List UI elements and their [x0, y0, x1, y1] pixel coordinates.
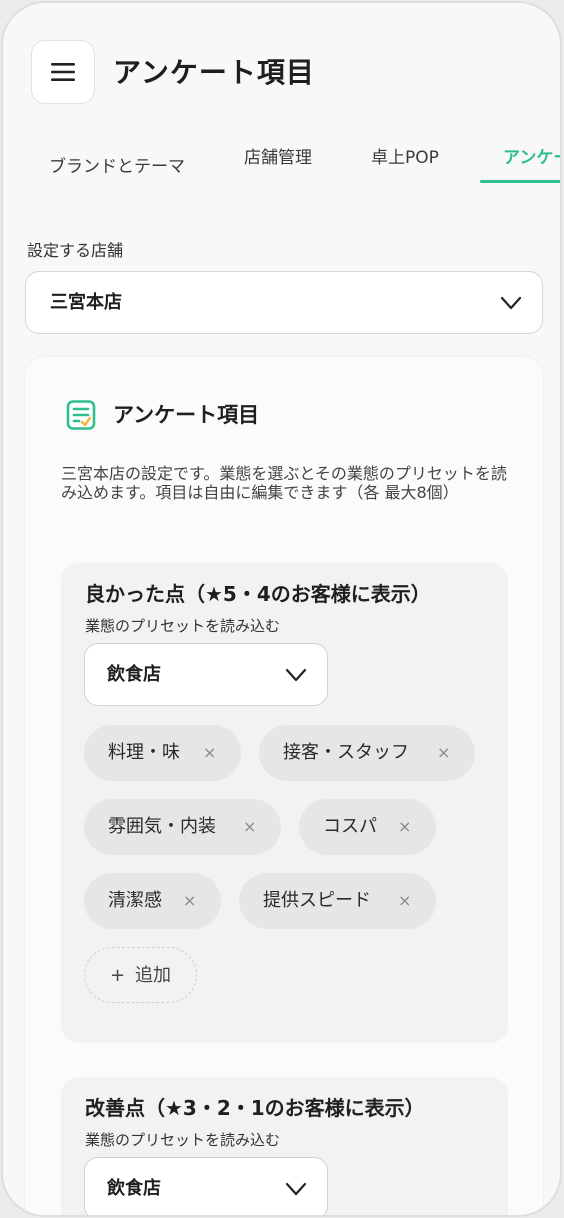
menu-button[interactable] [31, 40, 95, 104]
remove-icon[interactable]: × [398, 814, 411, 840]
store-select-label: 設定する店舗 [27, 241, 124, 260]
add-item-label: 追加 [135, 965, 171, 986]
chevron-down-icon [285, 668, 307, 682]
preset-label: 業態のプリセットを読み込む [85, 617, 281, 635]
chevron-down-icon [285, 1182, 307, 1196]
business-type-value: 飲食店 [107, 1178, 161, 1199]
plus-icon: + [110, 965, 126, 986]
panel-title: アンケート項目 [113, 403, 260, 427]
survey-items-panel: アンケート項目 三宮本店の設定です。業態を選ぶとその業態のプリセットを読み込めま… [25, 357, 543, 1215]
chip-item: コスパ × [299, 799, 436, 855]
business-type-value: 飲食店 [107, 664, 161, 685]
page-title: アンケート項目 [113, 56, 315, 89]
remove-icon[interactable]: × [437, 740, 450, 766]
chip-label: 雰囲気・内装 [108, 816, 216, 837]
good-points-title: 良かった点（★5・4のお客様に表示） [85, 582, 431, 606]
panel-description: 三宮本店の設定です。業態を選ぶとその業態のプリセットを読み込めます。項目は自由に… [61, 464, 507, 502]
business-type-select[interactable]: 飲食店 [84, 1157, 328, 1215]
tab-bar: ブランドとテーマ 店舗管理 卓上POP アンケー [3, 138, 560, 188]
tab-table-pop[interactable]: 卓上POP [371, 138, 439, 178]
tab-store-management[interactable]: 店舗管理 [244, 138, 312, 178]
tab-survey[interactable]: アンケー [503, 138, 560, 178]
chip-item: 雰囲気・内装 × [84, 799, 281, 855]
chip-label: コスパ [323, 816, 377, 837]
chip-item: 接客・スタッフ × [259, 725, 475, 781]
chip-item: 提供スピード × [239, 873, 436, 929]
chip-label: 清潔感 [108, 890, 162, 911]
chip-item: 清潔感 × [84, 873, 221, 929]
store-select-value: 三宮本店 [50, 292, 122, 313]
remove-icon[interactable]: × [183, 888, 196, 914]
remove-icon[interactable]: × [243, 814, 256, 840]
chip-item: 料理・味 × [84, 725, 241, 781]
active-tab-indicator [480, 180, 560, 183]
remove-icon[interactable]: × [398, 888, 411, 914]
chip-label: 提供スピード [263, 890, 371, 911]
phone-frame: アンケート項目 ブランドとテーマ 店舗管理 卓上POP アンケー 設定する店舗 … [1, 1, 562, 1217]
add-item-button[interactable]: + 追加 [84, 947, 197, 1003]
remove-icon[interactable]: × [203, 740, 216, 766]
hamburger-icon [51, 63, 75, 81]
chevron-down-icon [500, 296, 522, 310]
chip-label: 接客・スタッフ [283, 742, 409, 763]
improvement-points-title: 改善点（★3・2・1のお客様に表示） [85, 1096, 425, 1120]
tab-brand-theme[interactable]: ブランドとテーマ [49, 147, 185, 187]
checklist-icon [66, 400, 96, 430]
store-select[interactable]: 三宮本店 [25, 271, 543, 334]
improvement-points-section: 改善点（★3・2・1のお客様に表示） 業態のプリセットを読み込む 飲食店 [61, 1077, 508, 1215]
preset-label: 業態のプリセットを読み込む [85, 1131, 281, 1149]
good-points-section: 良かった点（★5・4のお客様に表示） 業態のプリセットを読み込む 飲食店 料理・… [61, 563, 508, 1043]
business-type-select[interactable]: 飲食店 [84, 643, 328, 706]
chip-label: 料理・味 [108, 742, 180, 763]
